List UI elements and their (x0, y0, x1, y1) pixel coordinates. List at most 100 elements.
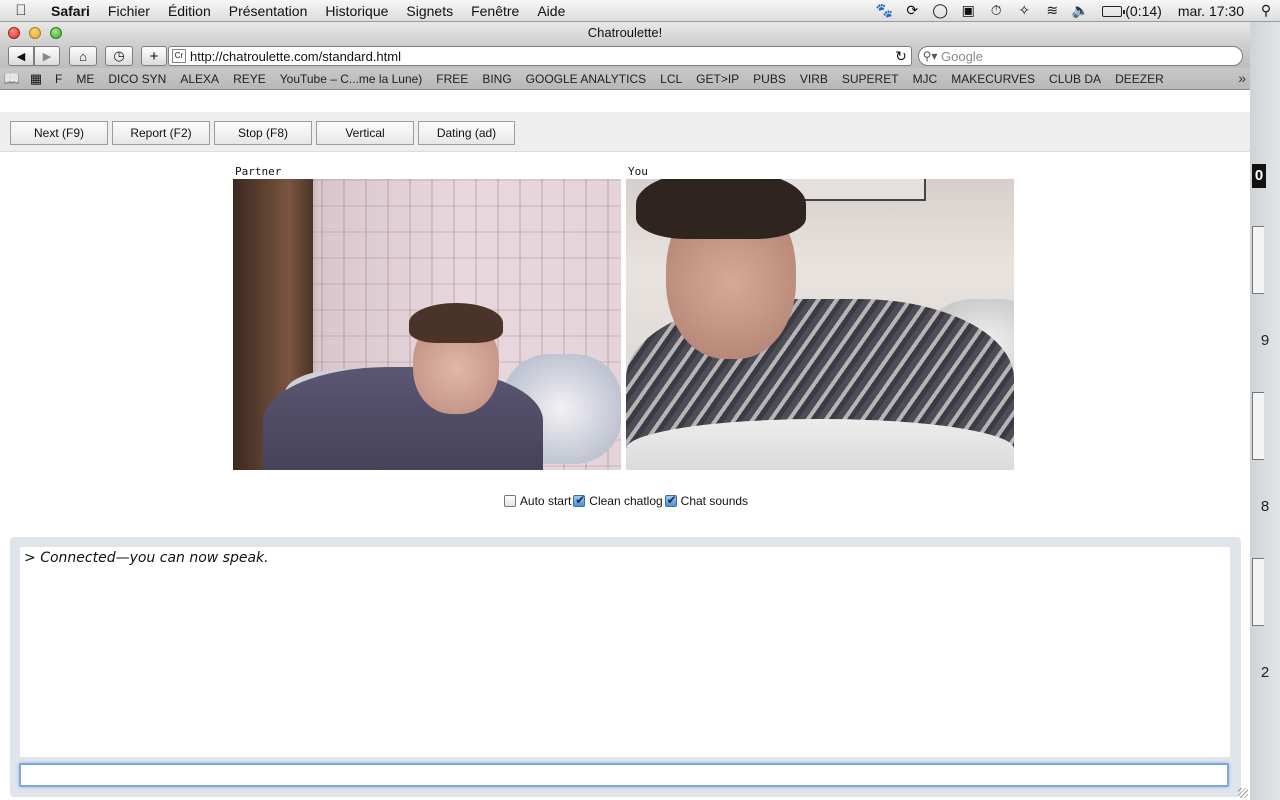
clock-icon: ◷ (113, 48, 125, 63)
menu-signets[interactable]: Signets (397, 3, 462, 19)
bookmark-item[interactable]: SUPERET (835, 72, 906, 86)
bookmark-item[interactable]: MAKECURVES (944, 72, 1042, 86)
page-content: Next (F9) Report (F2) Stop (F8) Vertical… (0, 112, 1250, 800)
clean-chatlog-checkbox[interactable] (573, 493, 585, 507)
chat-sounds-checkbox[interactable] (664, 493, 677, 507)
bookmark-item[interactable]: GET>IP (689, 72, 746, 86)
desktop-window-edge (1252, 226, 1264, 294)
add-bookmark-button[interactable]: + (141, 46, 167, 66)
address-bar[interactable]: Cr http://chatroulette.com/standard.html… (168, 46, 912, 66)
bookmark-item[interactable]: GOOGLE ANALYTICS (519, 72, 653, 86)
menu-edition[interactable]: Édition (159, 3, 220, 19)
more-bookmarks-chevron-icon[interactable]: » (1238, 70, 1246, 86)
back-arrow-icon: ◀ (16, 50, 26, 63)
chat-options: Auto start Clean chatlog Chat sounds (0, 493, 1250, 508)
home-button[interactable]: ⌂ (69, 46, 97, 66)
partner-person-body (263, 367, 543, 470)
time-machine-icon[interactable]: ⏱ (982, 2, 1010, 19)
bookmark-item[interactable]: ALEXA (173, 72, 226, 86)
next-button[interactable]: Next (F9) (10, 121, 108, 145)
bookmark-item[interactable]: F (48, 72, 69, 86)
stop-button[interactable]: Stop (F8) (214, 121, 312, 145)
menu-app-safari[interactable]: Safari (42, 3, 99, 19)
bookmark-item[interactable]: MJC (906, 72, 945, 86)
clean-chatlog-option[interactable]: Clean chatlog (573, 493, 663, 508)
bookmark-item[interactable]: REYE (226, 72, 273, 86)
clock[interactable]: mar. 17:30 (1170, 3, 1252, 19)
display-icon[interactable]: ▣ (954, 2, 982, 19)
search-field[interactable]: ⚲▾ Google (918, 46, 1243, 66)
chat-prompt: > (24, 550, 36, 566)
battery-status[interactable]: (0:14) (1094, 3, 1170, 19)
menu-fenetre[interactable]: Fenêtre (462, 3, 528, 19)
chat-sounds-option[interactable]: Chat sounds (664, 493, 749, 508)
menu-historique[interactable]: Historique (316, 3, 397, 19)
dating-ad-button[interactable]: Dating (ad) (418, 121, 515, 145)
menu-aide[interactable]: Aide (528, 3, 574, 19)
bookmark-item[interactable]: BING (475, 72, 518, 86)
back-button[interactable]: ◀ (8, 46, 34, 66)
sync-icon[interactable]: ⟳ (898, 2, 926, 19)
bookmark-item[interactable]: ME (69, 72, 101, 86)
url-text[interactable]: http://chatroulette.com/standard.html (190, 49, 891, 64)
home-icon: ⌂ (79, 48, 87, 64)
bookmark-item[interactable]: FREE (429, 72, 475, 86)
menu-bar:  Safari Fichier Édition Présentation Hi… (0, 0, 1280, 22)
bed-sheet (626, 419, 1014, 470)
chat-panel: > Connected—you can now speak. (10, 537, 1241, 797)
partner-person-hair (409, 303, 503, 343)
minimize-window-button[interactable] (29, 27, 41, 39)
title-bar[interactable]: Chatroulette! (0, 22, 1250, 44)
window-title: Chatroulette! (587, 25, 663, 40)
your-person-hair (636, 179, 806, 239)
desktop-number: 2 (1260, 664, 1270, 681)
search-icon: ⚲▾ (922, 49, 938, 63)
history-button[interactable]: ◷ (105, 46, 133, 66)
spotlight-search-icon[interactable]: ⚲ (1252, 2, 1280, 19)
chat-message-input[interactable] (19, 763, 1229, 787)
reading-list-icon[interactable]: 📖 (0, 71, 24, 87)
forward-button[interactable]: ▶ (34, 46, 60, 66)
battery-time: (0:14) (1125, 2, 1162, 19)
paw-icon[interactable]: 🐾 (870, 2, 898, 19)
clean-chatlog-label: Clean chatlog (589, 494, 663, 508)
desktop-number: 8 (1260, 498, 1270, 515)
chat-bubble-icon[interactable]: ◯ (926, 2, 954, 19)
site-favicon-icon: Cr (172, 49, 186, 63)
report-button[interactable]: Report (F2) (112, 121, 210, 145)
auto-start-option[interactable]: Auto start (503, 494, 571, 508)
top-sites-grid-icon[interactable]: ▦ (24, 71, 48, 87)
close-window-button[interactable] (8, 27, 20, 39)
reload-icon[interactable]: ↻ (891, 48, 911, 65)
plus-icon: + (149, 47, 159, 65)
browser-toolbar: ◀ ▶ ⌂ ◷ + Cr http://chatroulette.com/sta… (0, 44, 1250, 68)
menu-fichier[interactable]: Fichier (99, 3, 159, 19)
chat-sounds-label: Chat sounds (680, 494, 749, 508)
control-button-bar: Next (F9) Report (F2) Stop (F8) Vertical… (0, 112, 1250, 152)
desktop-number: 9 (1260, 332, 1270, 349)
bookmark-item[interactable]: PUBS (746, 72, 793, 86)
bookmark-item[interactable]: CLUB DA (1042, 72, 1108, 86)
desktop-badge: 0 (1252, 164, 1266, 188)
partner-video-feed[interactable] (233, 179, 621, 470)
auto-start-checkbox[interactable] (503, 495, 516, 507)
bookmark-item[interactable]: DICO SYN (101, 72, 173, 86)
bookmark-item[interactable]: YouTube – C...me la Lune) (273, 72, 430, 86)
partner-video-label: Partner (235, 165, 282, 178)
menu-presentation[interactable]: Présentation (220, 3, 317, 19)
bookmark-item[interactable]: VIRB (793, 72, 835, 86)
safari-window: Chatroulette! ◀ ▶ ⌂ ◷ + Cr http://chatro… (0, 22, 1250, 800)
battery-icon (1102, 5, 1126, 17)
your-video-feed[interactable] (626, 179, 1014, 470)
bluetooth-icon[interactable]: ✧ (1010, 2, 1038, 19)
zoom-window-button[interactable] (50, 27, 62, 39)
bookmark-item[interactable]: LCL (653, 72, 689, 86)
bookmark-item[interactable]: DEEZER (1108, 72, 1171, 86)
apple-menu-icon[interactable]:  (0, 2, 42, 19)
window-resize-handle[interactable] (1238, 788, 1248, 798)
desktop-window-edge (1252, 558, 1264, 626)
vertical-button[interactable]: Vertical (316, 121, 414, 145)
volume-icon[interactable]: 🔈 (1066, 2, 1094, 19)
wifi-icon[interactable]: ≋ (1038, 2, 1066, 19)
chat-log[interactable]: > Connected—you can now speak. (20, 547, 1230, 757)
